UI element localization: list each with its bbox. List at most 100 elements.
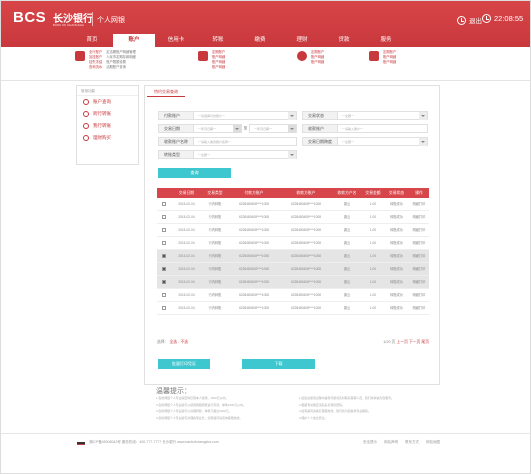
table-row[interactable]: 2015-02-04 行内转账 6228480408****1008 62284804… xyxy=(157,263,429,276)
quick-functions-title: 常用功能 xyxy=(77,86,138,96)
submenu-item[interactable]: 账户明细 xyxy=(383,60,396,65)
query-button[interactable]: 查询 xyxy=(158,168,231,178)
payee-label: 收款账户 xyxy=(302,124,338,133)
tab-special-query[interactable]: 特约交易查询 xyxy=(147,87,185,97)
date-from-input[interactable]: 一年月日期一 xyxy=(194,124,242,133)
col-date: 交易日期 xyxy=(178,191,195,195)
submenu-item[interactable]: 定活期账户明细管理 xyxy=(106,50,136,55)
cell-status: 转账成功 xyxy=(390,241,403,245)
print-detail-link[interactable]: 明细打印 xyxy=(409,302,429,314)
next-page-link[interactable]: 下一页 xyxy=(409,340,420,344)
submenu-list-a: 全行账户 加挂账户 挂失冻结 查询流水 xyxy=(89,50,102,70)
gear-icon xyxy=(297,51,307,61)
submenu-item[interactable]: 加挂账户 xyxy=(89,55,102,60)
col-action: 操作 xyxy=(415,191,423,195)
print-detail-link[interactable]: 明细打印 xyxy=(409,250,429,262)
date-to-input[interactable]: 一年月日期一 xyxy=(249,124,297,133)
cell-type: 行内转账 xyxy=(208,228,222,232)
chevron-down-icon xyxy=(419,138,427,146)
nav-wealth[interactable]: 理财 xyxy=(281,34,323,47)
table-row[interactable]: 2015-02-04 行内转账 6228480408****1008 62284804… xyxy=(157,250,429,263)
submenu-item[interactable]: 账户明细 xyxy=(311,55,324,60)
row-checkbox[interactable] xyxy=(162,293,166,297)
row-checkbox[interactable] xyxy=(162,228,166,232)
submenu-item[interactable]: 账户明细 xyxy=(212,65,225,70)
submenu-item[interactable]: 活期账户查询 xyxy=(106,65,136,70)
table-row[interactable]: 2015-02-04 行内转账 6228480408****1008 62284804… xyxy=(157,276,429,289)
table-row[interactable]: 2015-02-04 行内转账 6228480408****1008 62284804… xyxy=(157,211,429,224)
table-row[interactable]: 2015-02-04 行内转账 6228480408****1008 62284804… xyxy=(157,302,429,315)
table-row[interactable]: 2015-02-04 行内转账 6228480408****1008 62284804… xyxy=(157,224,429,237)
payee-name-input[interactable]: 一请输入收款账户名称一 xyxy=(194,137,297,146)
date-period-select[interactable]: 一全部一 xyxy=(338,137,428,146)
print-detail-link[interactable]: 明细打印 xyxy=(409,224,429,236)
footer-link[interactable]: 联系方式 xyxy=(405,440,419,445)
row-checkbox[interactable] xyxy=(162,202,166,206)
cell-payer: 6228480408****1008 xyxy=(239,241,269,245)
submenu-group-2: 定期账户 账户明细 账户明细 账户明细 xyxy=(198,50,225,70)
submenu-item[interactable]: 定期账户 xyxy=(383,50,396,55)
print-detail-link[interactable]: 明细打印 xyxy=(409,211,429,223)
date-period-placeholder: 一全部一 xyxy=(342,140,355,144)
submenu-item[interactable]: 查询流水 xyxy=(89,65,102,70)
print-detail-link[interactable]: 明细打印 xyxy=(409,237,429,249)
sidebar-item-account-query[interactable]: 账户查询 xyxy=(77,96,138,108)
logout-button[interactable]: 退出 xyxy=(457,15,482,25)
sidebar-item-wealth-purchase[interactable]: 理财购买 xyxy=(77,132,138,144)
row-checkbox[interactable] xyxy=(162,215,166,219)
cell-payee: 6228480408****1008 xyxy=(291,267,321,271)
footer-link[interactable]: 网站地图 xyxy=(426,440,440,445)
cell-name: 唐云 xyxy=(343,267,351,271)
table-row[interactable]: 2015-02-04 行内转账 6228480408****1008 62284804… xyxy=(157,289,429,302)
cell-date: 2015-02-04 xyxy=(178,215,195,219)
cell-name: 唐云 xyxy=(343,215,351,219)
row-checkbox[interactable] xyxy=(162,254,166,258)
row-checkbox[interactable] xyxy=(162,280,166,284)
payee-input[interactable]: 一请输入账户一 xyxy=(338,124,428,133)
nav-loan[interactable]: 贷款 xyxy=(323,34,365,47)
table-row[interactable]: 2015-02-04 行内转账 6228480408****1008 62284804… xyxy=(157,198,429,211)
date-label: 交易日期 xyxy=(158,124,194,133)
nav-credit-card[interactable]: 信用卡 xyxy=(155,34,197,47)
footer-link[interactable]: 安全提示 xyxy=(363,440,377,445)
download-button[interactable]: 下载 xyxy=(242,359,315,369)
prev-page-link[interactable]: 上一页 xyxy=(397,340,408,344)
submenu-item[interactable]: 账户明细 xyxy=(212,55,225,60)
payer-select[interactable]: 一请选择付款账户一 xyxy=(194,111,297,120)
tip-line: 2.您的网银个人专业版可以使用网银转账进行存款，单笔1000元以内。 xyxy=(156,402,246,407)
footer-link[interactable]: 网站声明 xyxy=(384,440,398,445)
submenu-item[interactable]: 定期账户 xyxy=(311,50,324,55)
sidebar-item-interbank-transfer[interactable]: 跨行转账 xyxy=(77,108,138,120)
submenu-item[interactable]: 账户明细 xyxy=(383,55,396,60)
print-detail-link[interactable]: 明细打印 xyxy=(409,276,429,288)
tips-title: 温馨提示： xyxy=(156,388,191,395)
row-checkbox[interactable] xyxy=(162,241,166,245)
select-all-link[interactable]: 全选 xyxy=(169,340,177,344)
bank-logo[interactable]: BCS xyxy=(13,9,46,26)
sidebar-item-intrabank-transfer[interactable]: 我行转账 xyxy=(77,120,138,132)
row-checkbox[interactable] xyxy=(162,306,166,310)
status-select[interactable]: 一全部一 xyxy=(338,111,428,120)
nav-account[interactable]: 账户 xyxy=(113,34,155,47)
clock: 22:08:55 xyxy=(482,14,523,23)
date-row: 交易日期 一年月日期一 至 一年月日期一 xyxy=(158,124,297,133)
submenu-item[interactable]: 人民币定期存款明细 xyxy=(106,55,136,60)
col-payee-name: 收款方户名 xyxy=(337,191,357,195)
select-none-link[interactable]: 不选 xyxy=(180,340,188,344)
nav-payment[interactable]: 缴费 xyxy=(239,34,281,47)
nav-home[interactable]: 首页 xyxy=(71,34,113,47)
print-detail-link[interactable]: 明细打印 xyxy=(409,289,429,301)
submenu-item[interactable]: 定期账户 xyxy=(212,50,225,55)
transfer-type-select[interactable]: 一全部一 xyxy=(194,150,297,159)
batch-print-button[interactable]: 批量打印凭证 xyxy=(158,359,210,369)
row-checkbox[interactable] xyxy=(162,267,166,271)
nav-transfer[interactable]: 转账 xyxy=(197,34,239,47)
submenu-item[interactable]: 账户明细 xyxy=(311,60,324,65)
nav-service[interactable]: 服务 xyxy=(365,34,407,47)
print-detail-link[interactable]: 明细打印 xyxy=(409,198,429,210)
submenu-item[interactable]: 全行账户 xyxy=(89,50,102,55)
tip-line: 4.您的网银个人专业版可办理各项业务，如有疑问请咨询客服热线。 xyxy=(156,415,243,420)
last-page-link[interactable]: 尾页 xyxy=(421,340,429,344)
table-row[interactable]: 2015-02-04 行内转账 6228480408****1008 62284804… xyxy=(157,237,429,250)
print-detail-link[interactable]: 明细打印 xyxy=(409,263,429,275)
